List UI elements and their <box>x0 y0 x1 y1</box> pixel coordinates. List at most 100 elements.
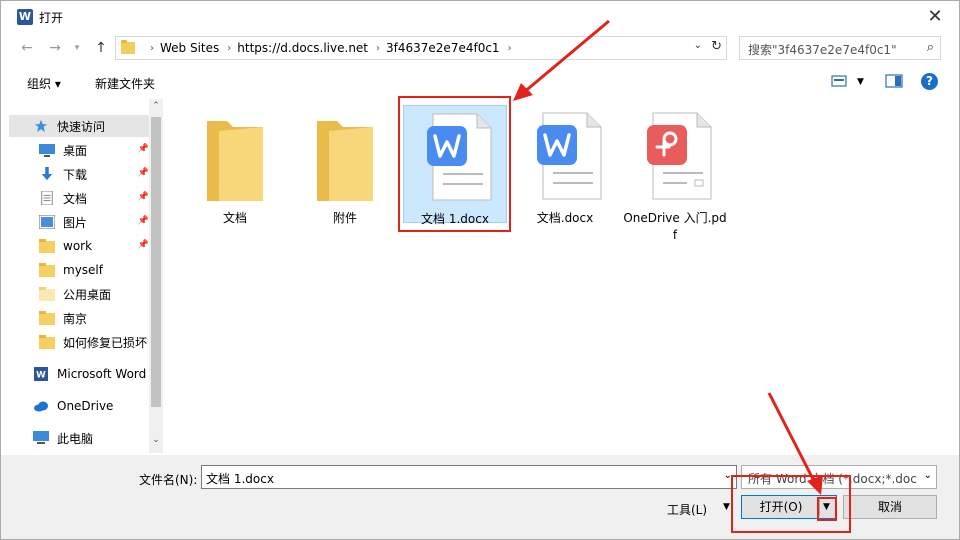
filename-input[interactable]: 文档 1.docx ⌄ <box>201 465 737 489</box>
annotation-box-file <box>398 96 511 232</box>
sidebar-item-label: myself <box>63 263 103 277</box>
chevron-right-icon: › <box>507 42 512 54</box>
sidebar-item-microsoft-word[interactable]: W Microsoft Word <box>9 363 149 385</box>
address-bar[interactable]: › Web Sites › https://d.docs.live.net › … <box>115 36 727 60</box>
word-app-icon: W <box>17 9 33 25</box>
documents-icon <box>41 191 53 205</box>
search-input[interactable]: 搜索"3f4637e2e7e4f0c1" ⌕ <box>739 36 941 60</box>
folder-icon <box>207 121 263 203</box>
folder-icon <box>317 121 373 203</box>
breadcrumb: › Web Sites › https://d.docs.live.net › … <box>142 41 518 55</box>
open-dialog: W 打开 ✕ ← → ▾ ↑ › Web Sites › https://d.d… <box>0 0 960 540</box>
pictures-icon <box>39 215 55 229</box>
breadcrumb-item[interactable]: Web Sites <box>160 41 219 55</box>
sidebar-item-onedrive[interactable]: OneDrive <box>9 395 149 417</box>
cancel-button[interactable]: 取消 <box>843 495 937 519</box>
organize-menu-button[interactable]: 组织 ▾ <box>27 75 61 92</box>
annotation-box-open-dropdown <box>817 497 837 521</box>
sidebar-item-this-pc[interactable]: 此电脑 <box>9 427 149 449</box>
tools-dropdown-icon[interactable]: ▼ <box>723 502 730 512</box>
sidebar-item-desktop[interactable]: 桌面 📌 <box>9 139 149 161</box>
folder-icon <box>39 311 55 325</box>
file-list: 文档 附件 文档 1.docx 文档.docx OneDrive 入门.pdf <box>165 99 955 453</box>
pdf-document-icon <box>647 112 712 200</box>
preview-pane-icon[interactable] <box>885 74 903 88</box>
chevron-down-icon[interactable]: ⌄ <box>694 40 702 51</box>
pin-icon[interactable]: 📌 <box>138 144 149 154</box>
window-title: 打开 <box>39 11 64 25</box>
file-item[interactable]: 文档 <box>183 107 287 227</box>
computer-icon <box>33 431 49 444</box>
scrollbar-thumb[interactable] <box>151 117 161 407</box>
navigation-pane: 快速访问 桌面 📌 下载 📌 文档 📌 图片 📌 work 📌 myself 公… <box>9 99 163 453</box>
tools-menu-button[interactable]: 工具(L) <box>667 501 707 518</box>
folder-icon <box>39 335 55 349</box>
word-icon: W <box>34 367 48 381</box>
sidebar-item-label: 公用桌面 <box>63 287 112 302</box>
command-toolbar: 组织 ▾ 新建文件夹 ▼ ? <box>1 67 959 97</box>
recent-locations-chevron-icon[interactable]: ▾ <box>67 38 87 58</box>
folder-icon <box>39 287 55 301</box>
new-folder-button[interactable]: 新建文件夹 <box>95 75 155 92</box>
help-icon[interactable]: ? <box>921 73 938 90</box>
word-document-icon <box>537 112 602 200</box>
download-icon <box>41 167 53 181</box>
chevron-right-icon: › <box>376 42 381 54</box>
star-icon <box>34 119 48 133</box>
desktop-icon <box>39 144 55 157</box>
file-item[interactable]: OneDrive 入门.pdf <box>623 105 727 244</box>
back-arrow-icon[interactable]: ← <box>17 38 37 58</box>
folder-icon <box>121 40 135 54</box>
file-name: 文档 <box>222 211 247 225</box>
chevron-right-icon: › <box>227 42 232 54</box>
scroll-up-icon[interactable]: ⌃ <box>151 101 161 111</box>
cloud-icon <box>34 401 48 412</box>
sidebar-item-nanjing[interactable]: 南京 <box>9 307 149 329</box>
sidebar-item-label: 南京 <box>63 311 88 326</box>
sidebar-item-public-desktop[interactable]: 公用桌面 <box>9 283 149 305</box>
navigation-bar: ← → ▾ ↑ › Web Sites › https://d.docs.liv… <box>1 33 959 63</box>
sidebar-item-label: 如何修复已损坏 <box>63 335 148 350</box>
sidebar-item-label: 此电脑 <box>57 431 94 446</box>
refresh-icon[interactable]: ↻ <box>711 39 722 54</box>
sidebar-item-label: 下载 <box>63 167 88 182</box>
forward-arrow-icon[interactable]: → <box>45 38 65 58</box>
file-name: 附件 <box>332 211 357 225</box>
sidebar-item-pictures[interactable]: 图片 📌 <box>9 211 149 233</box>
sidebar-item-label: 桌面 <box>63 143 88 158</box>
pin-icon[interactable]: 📌 <box>138 168 149 178</box>
sidebar-item-downloads[interactable]: 下载 📌 <box>9 163 149 185</box>
pin-icon[interactable]: 📌 <box>138 192 149 202</box>
view-dropdown-chevron-icon[interactable]: ▼ <box>857 77 864 87</box>
breadcrumb-item[interactable]: 3f4637e2e7e4f0c1 <box>386 41 500 55</box>
sidebar-item-myself[interactable]: myself <box>9 259 149 281</box>
sidebar-scrollbar[interactable]: ⌃ ⌄ <box>149 99 163 453</box>
sidebar-item-quick-access[interactable]: 快速访问 <box>9 115 149 137</box>
chevron-down-icon[interactable]: ⌄ <box>924 470 932 481</box>
close-icon[interactable]: ✕ <box>921 5 949 29</box>
folder-icon <box>39 263 55 277</box>
filename-label: 文件名(N): <box>139 473 198 487</box>
sidebar-item-label: 文档 <box>63 191 88 206</box>
search-placeholder: 搜索"3f4637e2e7e4f0c1" <box>748 43 897 57</box>
sidebar-item-label: 快速访问 <box>57 119 106 134</box>
scroll-down-icon[interactable]: ⌄ <box>151 435 161 445</box>
sidebar-item-work[interactable]: work 📌 <box>9 235 149 257</box>
sidebar-item-label: OneDrive <box>57 399 114 413</box>
title-bar: W 打开 ✕ <box>1 1 959 33</box>
svg-text:W: W <box>36 371 46 381</box>
pin-icon[interactable]: 📌 <box>138 240 149 250</box>
sidebar-item-repair[interactable]: 如何修复已损坏 <box>9 331 149 353</box>
filename-value: 文档 1.docx <box>206 472 274 486</box>
pin-icon[interactable]: 📌 <box>138 216 149 226</box>
breadcrumb-item[interactable]: https://d.docs.live.net <box>237 41 368 55</box>
file-name: 文档.docx <box>536 211 594 225</box>
sidebar-item-label: 图片 <box>63 215 88 230</box>
search-icon[interactable]: ⌕ <box>927 40 934 55</box>
sidebar-item-documents[interactable]: 文档 📌 <box>9 187 149 209</box>
chevron-right-icon: › <box>150 42 154 54</box>
up-arrow-icon[interactable]: ↑ <box>91 38 111 58</box>
file-item[interactable]: 附件 <box>293 107 397 227</box>
file-item[interactable]: 文档.docx <box>513 105 617 227</box>
view-options-icon[interactable] <box>831 74 847 88</box>
